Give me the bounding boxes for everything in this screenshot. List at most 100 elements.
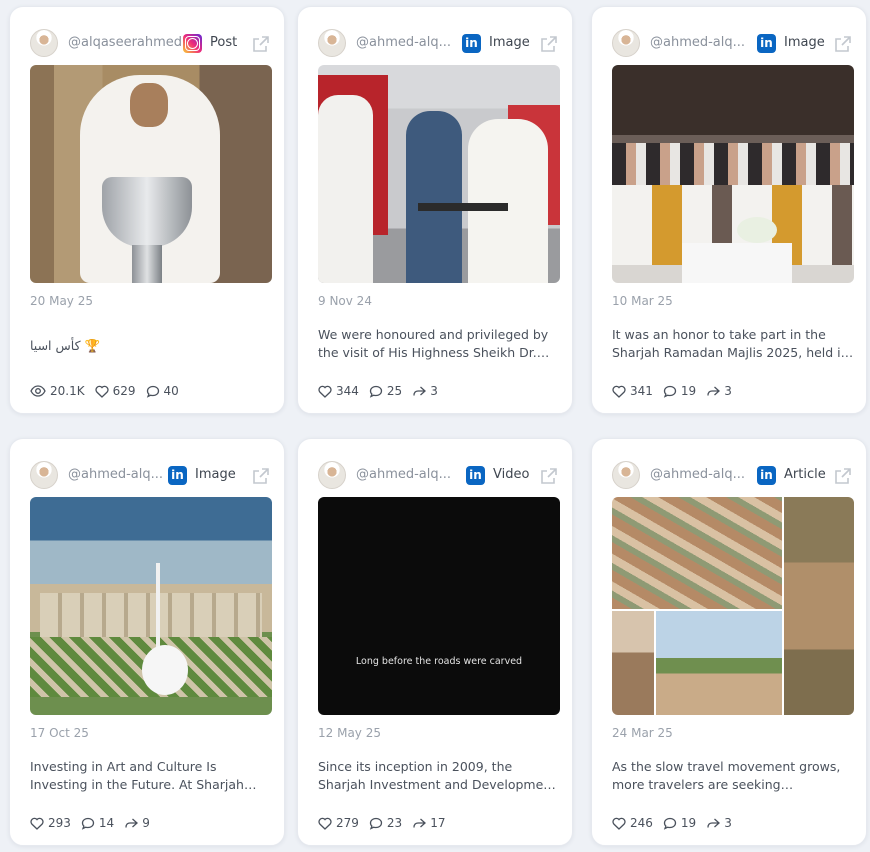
post-card[interactable]: @ahmed-alq... in Article 24 Mar 25 As th… — [591, 438, 867, 846]
account-handle[interactable]: @ahmed-alq... — [650, 35, 750, 50]
account-handle[interactable]: @ahmed-alq... — [356, 467, 456, 482]
post-stats: 341 19 3 — [612, 382, 742, 400]
comment-icon — [146, 385, 159, 398]
post-date: 9 Nov 24 — [318, 294, 372, 308]
collage-interior — [612, 611, 654, 715]
post-image[interactable] — [318, 65, 560, 283]
likes-count: 629 — [112, 384, 136, 398]
person-right — [468, 119, 548, 283]
likes-stat: 341 — [612, 384, 653, 398]
views-stat: 20.1K — [30, 384, 85, 398]
linkedin-icon: in — [757, 466, 776, 485]
post-card[interactable]: @ahmed-alq... in Image 9 Nov 24 We were … — [297, 6, 573, 414]
comments-count: 19 — [680, 816, 697, 830]
avatar[interactable] — [612, 461, 640, 489]
heart-icon — [318, 385, 332, 398]
post-text: It was an honor to take part in the Shar… — [612, 327, 849, 360]
post-type-label: Post — [210, 35, 238, 50]
post-stats: 279 23 17 — [318, 814, 455, 832]
card-header: @alqaseerahmed Post — [10, 21, 284, 65]
post-stats: 20.1K 629 40 — [30, 382, 189, 400]
linkedin-icon: in — [168, 466, 187, 485]
post-text: Since its inception in 2009, the Sharjah… — [318, 759, 557, 792]
avatar[interactable] — [30, 461, 58, 489]
comment-icon — [663, 385, 677, 398]
comments-stat: 19 — [663, 816, 696, 830]
comments-stat: 19 — [663, 384, 696, 398]
post-image[interactable] — [30, 65, 272, 283]
post-text: As the slow travel movement grows, more … — [612, 759, 841, 792]
avatar[interactable] — [30, 29, 58, 57]
collage-tent — [656, 611, 782, 715]
likes-count: 341 — [630, 384, 653, 398]
shares-count: 3 — [724, 384, 732, 398]
flowers — [737, 217, 777, 243]
post-date: 20 May 25 — [30, 294, 93, 308]
external-link-icon[interactable] — [540, 467, 558, 485]
collage-village — [784, 497, 854, 715]
post-stats: 344 25 3 — [318, 382, 448, 400]
post-text: We were honoured and privileged by the v… — [318, 327, 549, 360]
post-type-label: Article — [784, 467, 826, 482]
card-header: @ahmed-alq... in Image — [298, 21, 572, 65]
post-stats: 293 14 9 — [30, 814, 160, 832]
eye-icon — [30, 385, 46, 397]
likes-count: 344 — [336, 384, 359, 398]
external-link-icon[interactable] — [834, 467, 852, 485]
likes-stat: 629 — [95, 384, 136, 398]
shares-stat: 17 — [412, 816, 445, 830]
post-card[interactable]: @ahmed-alq... in Video Long before the r… — [297, 438, 573, 846]
flower-table — [682, 243, 792, 283]
avatar[interactable] — [318, 29, 346, 57]
post-image[interactable] — [30, 497, 272, 715]
share-icon — [125, 818, 139, 828]
heart-icon — [30, 817, 44, 830]
likes-count: 246 — [630, 816, 653, 830]
post-card[interactable]: @alqaseerahmed Post 20 May 25 كأس اسيا 🏆… — [9, 6, 285, 414]
shares-stat: 3 — [412, 384, 438, 398]
heart-icon — [612, 817, 626, 830]
comments-stat: 40 — [146, 384, 179, 398]
account-handle[interactable]: @ahmed-alq... — [650, 467, 750, 482]
comment-icon — [663, 817, 677, 830]
comments-count: 19 — [680, 384, 697, 398]
post-card[interactable]: @ahmed-alq... in Image 17 Oct 25 Investi… — [9, 438, 285, 846]
share-icon — [413, 818, 427, 828]
external-link-icon[interactable] — [540, 35, 558, 53]
external-link-icon[interactable] — [252, 467, 270, 485]
post-type-label: Image — [489, 35, 530, 50]
post-image[interactable] — [612, 497, 854, 715]
sculpture-spire — [156, 563, 160, 653]
building-complex — [40, 593, 262, 637]
collage-aerial — [612, 497, 782, 609]
post-card[interactable]: @ahmed-alq... in Image 10 Mar 25 It was … — [591, 6, 867, 414]
account-handle[interactable]: @ahmed-alq... — [68, 467, 168, 482]
avatar[interactable] — [612, 29, 640, 57]
shares-count: 3 — [430, 384, 438, 398]
post-image[interactable] — [612, 65, 854, 283]
comment-icon — [369, 385, 383, 398]
post-type-label: Image — [195, 467, 236, 482]
shares-count: 3 — [724, 816, 732, 830]
sculpture-base — [142, 645, 188, 695]
post-video[interactable]: Long before the roads were carved — [318, 497, 560, 715]
account-handle[interactable]: @alqaseerahmed — [68, 35, 186, 50]
shares-stat: 3 — [706, 816, 732, 830]
likes-stat: 344 — [318, 384, 359, 398]
comments-count: 25 — [386, 384, 403, 398]
account-handle[interactable]: @ahmed-alq... — [356, 35, 456, 50]
share-icon — [707, 818, 721, 828]
instagram-icon — [183, 34, 202, 53]
shares-stat: 3 — [706, 384, 732, 398]
post-text: Investing in Art and Culture Is Investin… — [30, 759, 244, 792]
comment-icon — [369, 817, 383, 830]
external-link-icon[interactable] — [252, 35, 270, 53]
card-header: @ahmed-alq... in Image — [10, 453, 284, 497]
external-link-icon[interactable] — [834, 35, 852, 53]
likes-count: 279 — [336, 816, 359, 830]
avatar[interactable] — [318, 461, 346, 489]
share-icon — [413, 386, 427, 396]
post-stats: 246 19 3 — [612, 814, 742, 832]
likes-stat: 293 — [30, 816, 71, 830]
card-header: @ahmed-alq... in Image — [592, 21, 866, 65]
